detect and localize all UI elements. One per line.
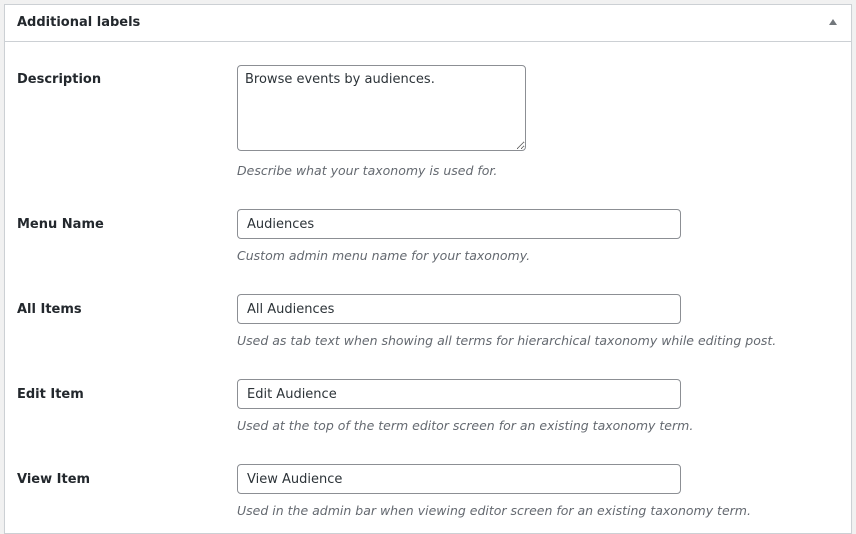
all-items-input[interactable] [237, 294, 681, 324]
all-items-row: All Items Used as tab text when showing … [5, 273, 851, 358]
view-item-help: Used in the admin bar when viewing edito… [237, 503, 751, 518]
menu-name-help: Custom admin menu name for your taxonomy… [237, 248, 531, 263]
edit-item-row: Edit Item Used at the top of the term ed… [5, 358, 851, 443]
menu-name-input[interactable] [237, 209, 681, 239]
view-item-input[interactable] [237, 464, 681, 494]
edit-item-label: Edit Item [17, 387, 84, 402]
description-label: Description [17, 72, 102, 87]
description-row: Description Browse events by audiences. … [5, 43, 851, 188]
arrow-up-icon[interactable] [829, 19, 837, 25]
description-help: Describe what your taxonomy is used for. [237, 163, 498, 178]
additional-labels-panel: Additional labels Description Browse eve… [4, 4, 852, 534]
all-items-label: All Items [17, 302, 82, 317]
view-item-label: View Item [17, 472, 91, 487]
description-textarea[interactable]: Browse events by audiences. [237, 65, 526, 151]
edit-item-input[interactable] [237, 379, 681, 409]
view-item-row: View Item Used in the admin bar when vie… [5, 443, 851, 528]
panel-title: Additional labels [17, 15, 141, 30]
menu-name-row: Menu Name Custom admin menu name for you… [5, 188, 851, 273]
edit-item-help: Used at the top of the term editor scree… [237, 418, 694, 433]
menu-name-label: Menu Name [17, 217, 104, 232]
all-items-help: Used as tab text when showing all terms … [237, 333, 777, 348]
panel-header[interactable]: Additional labels [5, 5, 851, 42]
